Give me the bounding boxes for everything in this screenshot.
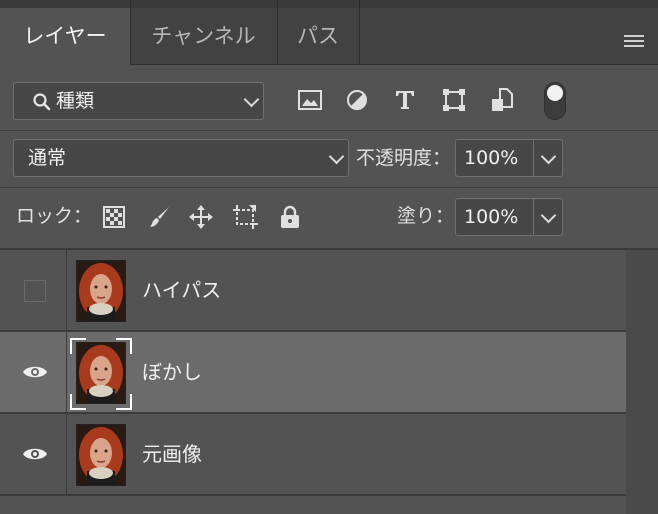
layers-scrollbar[interactable]: [626, 250, 658, 514]
layer-row[interactable]: ぼかし: [0, 332, 626, 414]
visibility-toggle[interactable]: [0, 250, 67, 330]
fill-value: 100%: [464, 206, 519, 228]
opacity-label: 不透明度：: [356, 147, 452, 169]
fill-input[interactable]: 100%: [455, 198, 563, 236]
chevron-down-icon[interactable]: [540, 148, 557, 165]
panel-menu-icon[interactable]: [624, 35, 644, 49]
filter-kind-select[interactable]: 種類: [13, 82, 264, 120]
selection-corner: [116, 338, 132, 354]
lock-transparent-pixels-icon[interactable]: [100, 203, 128, 231]
adjustment-filter-icon[interactable]: [343, 86, 371, 114]
opacity-value: 100%: [464, 147, 519, 169]
layer-thumbnail[interactable]: [76, 424, 126, 486]
layer-row[interactable]: 元画像: [0, 414, 626, 496]
tab-layers[interactable]: レイヤー: [0, 8, 131, 65]
tab-paths[interactable]: パス: [277, 8, 360, 64]
eye-icon[interactable]: [22, 364, 48, 380]
chevron-down-icon: [243, 91, 260, 108]
visibility-toggle[interactable]: [0, 332, 67, 412]
blend-mode-value: 通常: [28, 147, 67, 169]
layer-name: ハイパス: [142, 278, 222, 302]
tab-bar: レイヤー チャンネル パス: [0, 8, 658, 65]
chevron-down-icon[interactable]: [540, 207, 557, 224]
selection-corner: [70, 394, 86, 410]
eye-icon[interactable]: [22, 446, 48, 462]
selection-corner: [116, 394, 132, 410]
lock-position-move-icon[interactable]: [187, 203, 215, 231]
lock-artboard-icon[interactable]: [232, 203, 260, 231]
chevron-down-icon: [328, 148, 345, 165]
blend-mode-select[interactable]: 通常: [13, 139, 349, 177]
lock-all-padlock-icon[interactable]: [276, 203, 304, 231]
lock-image-pixels-brush-icon[interactable]: [146, 203, 174, 231]
visibility-hidden-box[interactable]: [24, 280, 46, 302]
visibility-toggle[interactable]: [0, 414, 67, 494]
tab-channels[interactable]: チャンネル: [130, 8, 278, 64]
top-strip: [0, 0, 658, 8]
type-filter-icon[interactable]: [391, 86, 419, 114]
lock-label: ロック：: [16, 205, 93, 227]
layer-thumbnail[interactable]: [76, 260, 126, 322]
shape-filter-icon[interactable]: [440, 86, 468, 114]
image-filter-icon[interactable]: [296, 86, 324, 114]
filter-toggle-switch[interactable]: [544, 82, 566, 120]
filter-kind-value: 種類: [56, 90, 95, 112]
layer-name: 元画像: [142, 442, 202, 466]
opacity-input[interactable]: 100%: [455, 139, 563, 177]
selection-corner: [70, 338, 86, 354]
smart-object-filter-icon[interactable]: [488, 86, 516, 114]
search-icon: [32, 92, 52, 116]
layer-row[interactable]: ハイパス: [0, 250, 626, 332]
layer-name: ぼかし: [142, 360, 202, 384]
fill-label: 塗り：: [397, 205, 455, 227]
